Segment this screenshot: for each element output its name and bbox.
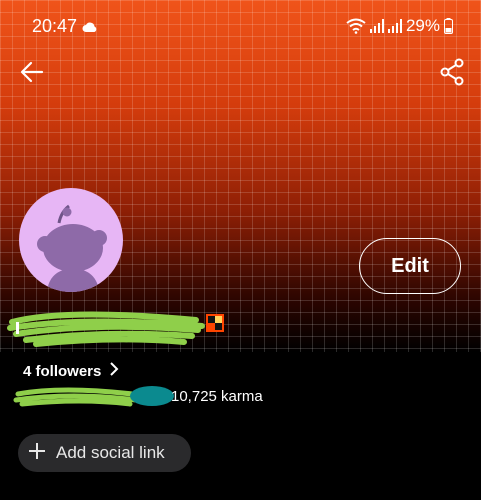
plus-icon: [28, 442, 46, 465]
signal-icon: [369, 19, 384, 33]
chevron-right-icon: [109, 362, 119, 380]
status-icons: 29%: [346, 16, 453, 36]
back-arrow-icon[interactable]: [18, 58, 46, 91]
wifi-icon: [346, 18, 366, 34]
battery-label: 29%: [405, 16, 440, 35]
admin-badge-icon: [206, 314, 224, 332]
add-social-label: Add social link: [56, 443, 165, 462]
cloud-icon: [82, 20, 98, 38]
status-bar: 20:47 29%: [0, 14, 481, 40]
followers-link[interactable]: 4 followers: [23, 362, 119, 380]
signal-icon: [387, 19, 402, 33]
status-time: 20:47: [32, 16, 78, 36]
avatar[interactable]: [19, 188, 123, 292]
battery-icon: [444, 18, 453, 34]
snoo-avatar-icon: [37, 204, 107, 292]
followers-label: 4 followers: [23, 362, 102, 380]
edit-button[interactable]: Edit: [359, 238, 461, 294]
redacted-username: [7, 311, 205, 347]
share-icon[interactable]: [439, 58, 465, 91]
add-social-link-button[interactable]: Add social link: [18, 434, 191, 472]
redacted-handle: [13, 386, 174, 407]
karma-count: 10,725 karma: [171, 388, 263, 405]
